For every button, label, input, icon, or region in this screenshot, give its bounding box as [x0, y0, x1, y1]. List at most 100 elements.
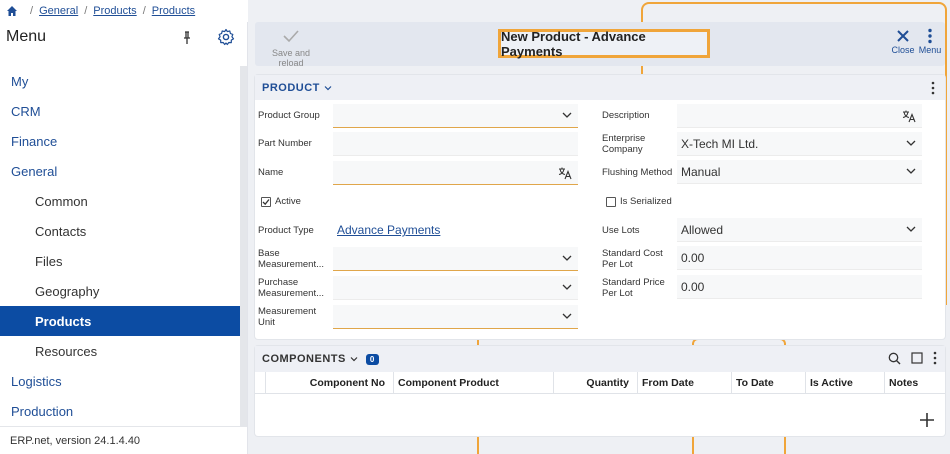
pin-icon[interactable] [180, 30, 194, 46]
close-button[interactable]: Close [889, 28, 917, 55]
breadcrumb-separator: / [142, 5, 146, 17]
is-serialized-checkbox[interactable]: Is Serialized [606, 196, 672, 207]
components-panel: COMPONENTS 0 Component No Component Prod… [255, 346, 945, 436]
menu-button[interactable]: Menu [917, 28, 943, 55]
sidebar-item-resources[interactable]: Resources [0, 336, 240, 366]
dropdown-icon [562, 313, 572, 319]
sidebar-scrollbar[interactable] [240, 66, 247, 426]
standard-cost-field[interactable]: 0.00 [677, 246, 922, 270]
sidebar-item-contacts[interactable]: Contacts [0, 216, 240, 246]
check-icon [283, 30, 299, 43]
flushing-method-label: Flushing Method [602, 167, 673, 178]
kebab-icon [928, 28, 932, 44]
part-number-field[interactable] [333, 132, 578, 156]
sidebar-item-finance[interactable]: Finance [0, 126, 240, 156]
sidebar-item-products[interactable]: Products [0, 306, 240, 336]
measurement-unit-field[interactable] [333, 305, 578, 329]
enterprise-label-line2: Company [602, 144, 643, 155]
components-toolbar [888, 351, 937, 365]
name-field[interactable] [333, 161, 578, 185]
enterprise-company-field[interactable]: X-Tech MI Ltd. [677, 132, 922, 156]
sidebar-item-geography[interactable]: Geography [0, 276, 240, 306]
base-mu-label-line1: Base [258, 248, 280, 259]
column-to-date[interactable]: To Date [731, 372, 805, 394]
components-section-header[interactable]: COMPONENTS 0 [255, 346, 945, 372]
translate-icon[interactable] [902, 109, 916, 123]
product-section-title: PRODUCT [262, 81, 320, 94]
column-notes[interactable]: Notes [884, 372, 944, 394]
mu-label-line2: Unit [258, 317, 275, 328]
sidebar-item-logistics[interactable]: Logistics [0, 366, 240, 396]
form-toolbar: Save and reload New Product - Advance Pa… [255, 22, 945, 68]
column-component-no[interactable]: Component No [265, 372, 389, 394]
add-row-icon[interactable] [919, 412, 935, 428]
close-label: Close [891, 45, 915, 55]
sidebar-item-my[interactable]: My [0, 66, 240, 96]
column-selector[interactable] [255, 372, 265, 394]
purchase-measurement-unit-field[interactable] [333, 276, 578, 300]
translate-icon[interactable] [558, 166, 572, 180]
dropdown-icon [562, 255, 572, 261]
section-menu-icon[interactable] [931, 81, 935, 95]
standard-cost-value: 0.00 [681, 250, 705, 265]
chevron-down-icon [324, 85, 332, 90]
description-field[interactable] [677, 104, 922, 128]
save-and-reload-label: Save and reload [271, 48, 311, 68]
gear-icon[interactable] [217, 28, 235, 46]
std-price-label-line2: Per Lot [602, 288, 633, 299]
menu-label: Menu [918, 45, 942, 55]
std-price-label-line1: Standard Price [602, 277, 665, 288]
breadcrumb-products-current[interactable]: Products [152, 5, 195, 17]
flushing-method-value: Manual [681, 164, 721, 179]
version-label: ERP.net, version 24.1.4.40 [0, 426, 247, 454]
sidebar-title: Menu [6, 28, 47, 45]
breadcrumb-products[interactable]: Products [93, 5, 136, 17]
base-measurement-unit-field[interactable] [333, 247, 578, 271]
name-label: Name [258, 167, 284, 178]
column-component-product[interactable]: Component Product [393, 372, 553, 394]
breadcrumb-separator: / [30, 5, 34, 17]
standard-price-label: Standard Price Per Lot [602, 277, 665, 299]
breadcrumb-general[interactable]: General [39, 5, 78, 17]
use-lots-field[interactable]: Allowed [677, 218, 922, 242]
column-from-date[interactable]: From Date [637, 372, 731, 394]
components-count-badge: 0 [365, 353, 379, 365]
dropdown-icon [906, 226, 916, 232]
dropdown-icon [562, 112, 572, 118]
product-group-field[interactable] [333, 104, 578, 128]
checkbox-unchecked [606, 196, 616, 207]
search-icon[interactable] [888, 352, 901, 365]
sidebar-item-common[interactable]: Common [0, 186, 240, 216]
home-icon[interactable] [6, 5, 18, 17]
standard-price-field[interactable]: 0.00 [677, 275, 922, 299]
column-is-active[interactable]: Is Active [805, 372, 884, 394]
dropdown-icon [906, 140, 916, 146]
dropdown-icon [562, 284, 572, 290]
sidebar-item-crm[interactable]: CRM [0, 96, 240, 126]
purchase-mu-label: Purchase Measurement... [258, 277, 324, 299]
sidebar-item-production[interactable]: Production [0, 396, 240, 426]
part-number-label: Part Number [258, 138, 312, 149]
menu-list: My CRM Finance General Common Contacts F… [0, 66, 240, 426]
close-icon [897, 30, 909, 42]
product-section-header[interactable]: PRODUCT [255, 75, 945, 100]
column-quantity[interactable]: Quantity [553, 372, 633, 394]
sidebar-item-general[interactable]: General [0, 156, 240, 186]
product-group-label: Product Group [258, 110, 320, 121]
sidebar-item-files[interactable]: Files [0, 246, 240, 276]
active-checkbox[interactable]: Active [261, 196, 301, 207]
sidebar: Menu My CRM Finance General Common Conta… [0, 22, 248, 454]
components-title: COMPONENTS [262, 353, 346, 365]
use-lots-value: Allowed [681, 222, 724, 237]
mu-label-line1: Measurement [258, 306, 317, 317]
product-panel: PRODUCT Product Group Part Number Name A… [255, 75, 945, 339]
product-type-label: Product Type [258, 225, 314, 236]
product-type-link[interactable]: Advance Payments [337, 223, 440, 237]
description-label: Description [602, 110, 650, 121]
flushing-method-field[interactable]: Manual [677, 160, 922, 184]
components-menu-icon[interactable] [933, 351, 937, 365]
base-mu-label: Base Measurement... [258, 248, 324, 270]
use-lots-label: Use Lots [602, 225, 640, 236]
select-all-icon[interactable] [911, 352, 923, 364]
save-and-reload-button[interactable]: Save and reload [259, 28, 323, 68]
